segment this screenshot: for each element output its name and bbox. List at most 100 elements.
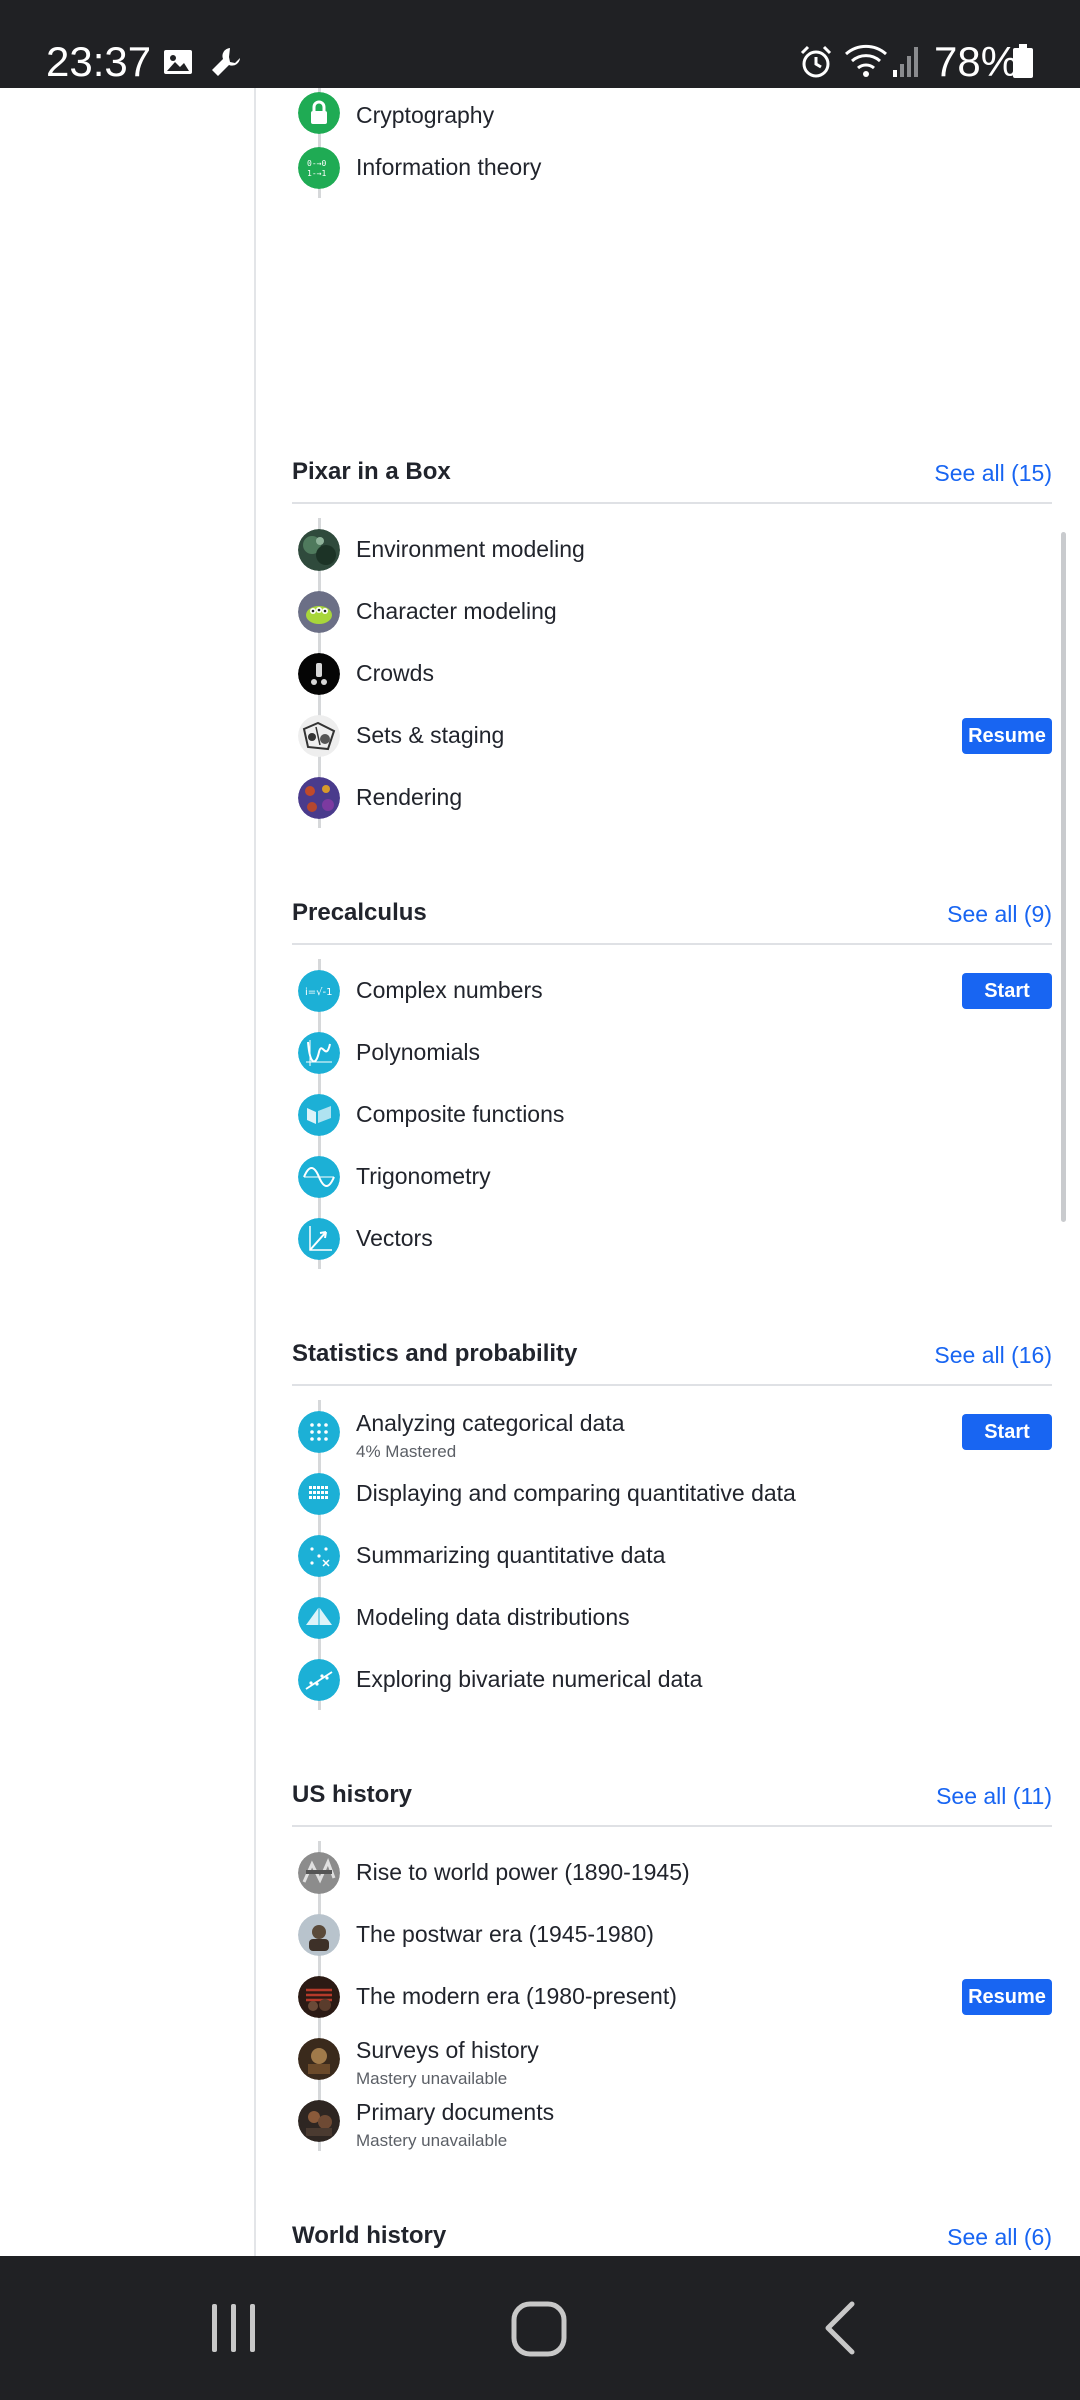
- navigation-bar: [0, 2256, 1080, 2400]
- unit-item-character-modeling[interactable]: Character modeling: [292, 580, 1052, 642]
- section-header: Precalculus See all (9): [292, 887, 1052, 945]
- unit-title: The modern era (1980-present): [356, 1983, 677, 2009]
- section-statistics-and-probability: Statistics and probability See all (16) …: [292, 1328, 1052, 1710]
- unit-title: Composite functions: [356, 1101, 565, 1127]
- unit-title: Trigonometry: [356, 1163, 491, 1189]
- unit-title: Information theory: [356, 154, 542, 180]
- unit-item-rise-to-world-power[interactable]: Rise to world power (1890-1945): [292, 1841, 1052, 1903]
- unit-item-composite-functions[interactable]: Composite functions: [292, 1083, 1052, 1145]
- image-icon: [164, 50, 192, 74]
- section-title: Statistics and probability: [292, 1340, 578, 1367]
- unit-item-information-theory[interactable]: 0-→0 1-→1 Information theory: [292, 136, 1052, 198]
- environment-thumbnail: [298, 529, 340, 571]
- svg-text:i=√-1: i=√-1: [305, 987, 333, 998]
- unit-list: i=√-1 Complex numbers Start Polynomials …: [292, 959, 1052, 1269]
- character-thumbnail: [298, 591, 340, 633]
- summarizing-data-icon: [298, 1535, 340, 1577]
- unit-item-trigonometry[interactable]: Trigonometry: [292, 1145, 1052, 1207]
- unit-item-modern-era[interactable]: The modern era (1980-present) Resume: [292, 1965, 1052, 2027]
- rendering-thumbnail: [298, 777, 340, 819]
- unit-item-sets-staging[interactable]: Sets & staging Resume: [292, 704, 1052, 766]
- unit-item-rendering[interactable]: Rendering: [292, 766, 1052, 828]
- unit-title: Complex numbers: [356, 977, 543, 1003]
- unit-item-primary-documents[interactable]: Primary documents Mastery unavailable: [292, 2089, 1052, 2151]
- unit-item-vectors[interactable]: Vectors: [292, 1207, 1052, 1269]
- vectors-icon: [298, 1218, 340, 1260]
- unit-item-surveys-of-history[interactable]: Surveys of history Mastery unavailable: [292, 2027, 1052, 2089]
- resume-button[interactable]: Resume: [962, 718, 1052, 754]
- binary-icon: 0-→0 1-→1: [298, 147, 340, 189]
- unit-item-complex-numbers[interactable]: i=√-1 Complex numbers Start: [292, 959, 1052, 1021]
- signal-icon: [893, 47, 918, 77]
- resume-button[interactable]: Resume: [962, 1979, 1052, 2015]
- svg-text:1-→1: 1-→1: [307, 169, 326, 178]
- complex-numbers-icon: i=√-1: [298, 970, 340, 1012]
- see-all-link[interactable]: See all (15): [934, 460, 1052, 487]
- unit-title: Modeling data distributions: [356, 1604, 630, 1630]
- section-title: US history: [292, 1781, 413, 1808]
- see-all-link[interactable]: See all (11): [936, 1783, 1052, 1810]
- unit-item-analyzing-categorical-data[interactable]: Analyzing categorical data 4% Mastered S…: [292, 1400, 1052, 1462]
- unit-item-cryptography[interactable]: Cryptography: [292, 88, 1052, 136]
- unit-item-postwar-era[interactable]: The postwar era (1945-1980): [292, 1903, 1052, 1965]
- section-header: US history See all (11): [292, 1769, 1052, 1827]
- unit-title: Polynomials: [356, 1039, 480, 1065]
- see-all-link[interactable]: See all (9): [947, 901, 1052, 928]
- status-time: 23:37: [46, 38, 152, 85]
- mastery-status: 4% Mastered: [356, 1442, 457, 1461]
- modern-era-thumbnail: [298, 1976, 340, 2018]
- back-icon[interactable]: [820, 2300, 860, 2356]
- unit-item-displaying-quantitative-data[interactable]: Displaying and comparing quantitative da…: [292, 1462, 1052, 1524]
- quantitative-data-icon: [298, 1473, 340, 1515]
- section-header: World history See all (6): [292, 2210, 1052, 2256]
- section-title: Pixar in a Box: [292, 458, 451, 485]
- primary-documents-thumbnail: [298, 2100, 340, 2142]
- battery-icon: [1013, 44, 1033, 78]
- start-button[interactable]: Start: [962, 973, 1052, 1009]
- section-header: Statistics and probability See all (16): [292, 1328, 1052, 1386]
- alarm-icon: [800, 45, 832, 78]
- wrench-icon: [212, 48, 240, 76]
- unit-item-polynomials[interactable]: Polynomials: [292, 1021, 1052, 1083]
- home-icon[interactable]: [510, 2300, 568, 2358]
- recent-apps-icon[interactable]: [208, 2300, 260, 2356]
- unit-list: Rise to world power (1890-1945) The post…: [292, 1841, 1052, 2151]
- unit-list: Cryptography 0-→0 1-→1 Information theory: [292, 88, 1052, 198]
- section-world-history: World history See all (6): [292, 2210, 1052, 2256]
- unit-title: Vectors: [356, 1225, 433, 1251]
- course-list: Cryptography 0-→0 1-→1 Information theory…: [256, 88, 1080, 2256]
- unit-item-summarizing-quantitative-data[interactable]: Summarizing quantitative data: [292, 1524, 1052, 1586]
- unit-item-crowds[interactable]: Crowds: [292, 642, 1052, 704]
- unit-title: Sets & staging: [356, 722, 505, 748]
- unit-title: Surveys of history: [356, 2037, 539, 2063]
- scrollbar[interactable]: [1061, 532, 1066, 1222]
- composite-functions-icon: [298, 1094, 340, 1136]
- unit-title: Summarizing quantitative data: [356, 1542, 666, 1568]
- unit-item-exploring-bivariate-data[interactable]: Exploring bivariate numerical data: [292, 1648, 1052, 1710]
- start-button[interactable]: Start: [962, 1414, 1052, 1450]
- postwar-thumbnail: [298, 1914, 340, 1956]
- wifi-icon: [845, 44, 887, 77]
- unit-title: Environment modeling: [356, 536, 585, 562]
- section-title: Precalculus: [292, 899, 427, 926]
- unit-title: The postwar era (1945-1980): [356, 1921, 654, 1947]
- status-bar: 23:37 78%: [0, 0, 1080, 88]
- see-all-link[interactable]: See all (16): [934, 1342, 1052, 1369]
- battery-percentage: 78%: [934, 38, 1019, 85]
- unit-title: Rendering: [356, 784, 463, 810]
- section-computing: Cryptography 0-→0 1-→1 Information theory: [292, 88, 1052, 198]
- unit-item-environment-modeling[interactable]: Environment modeling: [292, 518, 1052, 580]
- section-precalculus: Precalculus See all (9) i=√-1 Complex nu…: [292, 887, 1052, 1269]
- section-header: Pixar in a Box See all (15): [292, 446, 1052, 504]
- mastery-status: Mastery unavailable: [356, 2131, 508, 2150]
- unit-title: Cryptography: [356, 102, 495, 128]
- unit-title: Displaying and comparing quantitative da…: [356, 1480, 796, 1506]
- unit-title: Primary documents: [356, 2099, 555, 2125]
- unit-item-modeling-data-distributions[interactable]: Modeling data distributions: [292, 1586, 1052, 1648]
- categorical-data-icon: [298, 1411, 340, 1453]
- world-power-thumbnail: [298, 1852, 340, 1894]
- left-sidebar: [0, 88, 256, 2256]
- see-all-link[interactable]: See all (6): [947, 2224, 1052, 2251]
- polynomials-icon: [298, 1032, 340, 1074]
- mastery-status: Mastery unavailable: [356, 2069, 508, 2088]
